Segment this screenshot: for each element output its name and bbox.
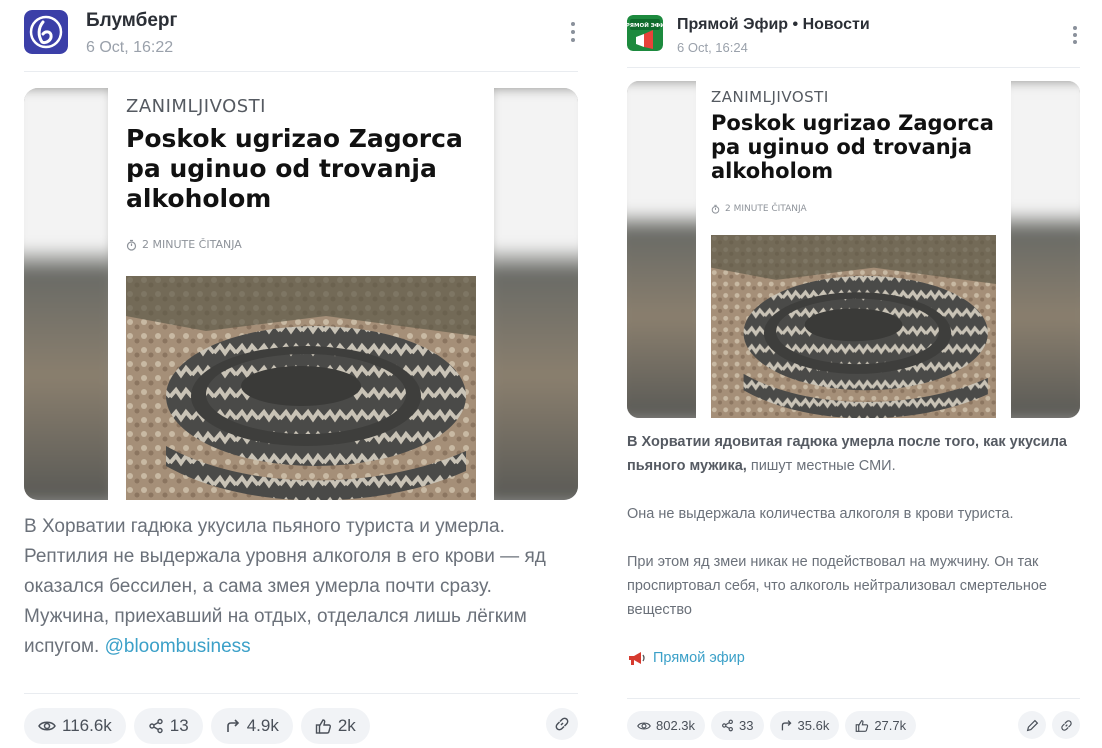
shares-counter[interactable]: 33: [711, 711, 764, 740]
article-title: Poskok ugrizao Zagorca pa uginuo od trov…: [126, 124, 463, 213]
repost-arrow-icon: [226, 719, 239, 732]
share-nodes-icon: [149, 718, 163, 734]
channel-avatar[interactable]: [24, 10, 68, 54]
post-paragraph: Она не выдержала количества алкоголя в к…: [627, 506, 1014, 522]
reposts-counter[interactable]: 35.6k: [769, 711, 840, 740]
views-counter[interactable]: 802.3k: [627, 711, 706, 740]
channel-name[interactable]: Блумберг: [86, 10, 177, 32]
channel-name[interactable]: Прямой Эфир • Новости: [677, 16, 870, 34]
channel-avatar[interactable]: ПРЯМОЙ ЭФИР: [627, 15, 663, 51]
edit-button[interactable]: [1018, 711, 1046, 739]
article-read-time: 2 MINUTE ČITANJA: [711, 204, 807, 214]
post-text: В Хорватии ядовитая гадюка умерла после …: [627, 430, 1080, 670]
svg-text:ПРЯМОЙ ЭФИР: ПРЯМОЙ ЭФИР: [627, 21, 663, 29]
views-counter[interactable]: 116.6k: [24, 708, 126, 744]
mention-link[interactable]: @bloombusiness: [105, 636, 251, 657]
post-pryamoy-efir: ПРЯМОЙ ЭФИР Прямой Эфир • Новости 6 Oct,…: [627, 0, 1080, 740]
post-bloomberg: Блумберг 6 Oct, 16:22 ZANIMLJIVOSTI Posk…: [24, 0, 578, 744]
post-date: 6 Oct, 16:24: [677, 40, 748, 55]
stopwatch-icon: [126, 239, 137, 251]
shares-counter[interactable]: 13: [133, 708, 203, 744]
post-text: В Хорватии гадюка укусила пьяного турист…: [24, 516, 546, 657]
post-stats: 802.3k 33 35.6k 27.7k: [627, 711, 1080, 740]
post-image[interactable]: ZANIMLJIVOSTI Poskok ugrizao Zagorca pa …: [627, 81, 1080, 418]
link-icon: [1060, 719, 1072, 731]
divider: [627, 698, 1080, 699]
thumbs-up-icon: [315, 718, 331, 734]
eye-icon: [38, 721, 56, 731]
snake-photo: [711, 235, 996, 418]
thumbs-up-icon: [855, 719, 869, 732]
divider: [24, 693, 578, 694]
article-category: ZANIMLJIVOSTI: [711, 88, 829, 106]
pencil-icon: [1026, 719, 1038, 731]
post-stats: 116.6k 13 4.9k 2k: [24, 708, 578, 744]
article-screenshot: ZANIMLJIVOSTI Poskok ugrizao Zagorca pa …: [108, 88, 494, 500]
article-title: Poskok ugrizao Zagorca pa uginuo od trov…: [711, 111, 994, 183]
source-link[interactable]: Прямой эфир: [627, 646, 1080, 670]
likes-counter[interactable]: 27.7k: [845, 711, 917, 740]
snake-photo: [126, 276, 476, 500]
article-screenshot: ZANIMLJIVOSTI Poskok ugrizao Zagorca pa …: [696, 81, 1011, 418]
eye-icon: [637, 722, 651, 729]
post-date: 6 Oct, 16:22: [86, 39, 174, 56]
repost-arrow-icon: [781, 720, 791, 731]
post-header: Блумберг 6 Oct, 16:22: [24, 0, 578, 72]
post-paragraph: При этом яд змеи никак не подействовал н…: [627, 554, 1047, 618]
more-vertical-icon[interactable]: [1070, 26, 1080, 44]
copy-link-button[interactable]: [546, 708, 578, 740]
article-read-time: 2 MINUTE ČITANJA: [126, 238, 242, 251]
reposts-counter[interactable]: 4.9k: [210, 708, 293, 744]
link-icon: [555, 717, 569, 731]
stopwatch-icon: [711, 204, 720, 214]
post-header: ПРЯМОЙ ЭФИР Прямой Эфир • Новости 6 Oct,…: [627, 0, 1080, 68]
post-image[interactable]: ZANIMLJIVOSTI Poskok ugrizao Zagorca pa …: [24, 88, 578, 500]
copy-link-button[interactable]: [1052, 711, 1080, 739]
share-nodes-icon: [722, 719, 733, 732]
article-category: ZANIMLJIVOSTI: [126, 96, 266, 117]
megaphone-icon: [629, 652, 645, 665]
likes-counter[interactable]: 2k: [300, 708, 370, 744]
more-vertical-icon[interactable]: [568, 22, 578, 42]
